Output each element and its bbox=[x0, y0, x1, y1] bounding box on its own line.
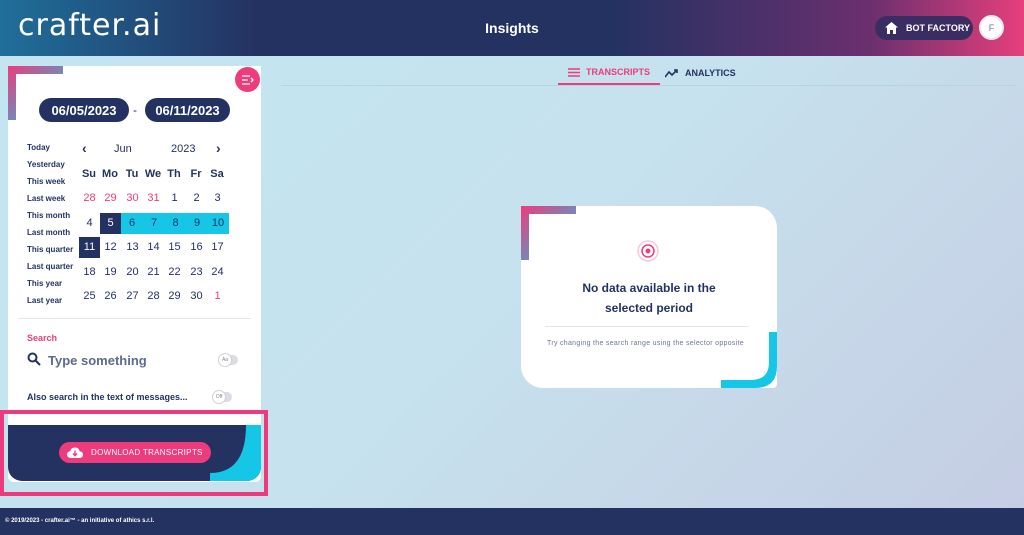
calendar-day[interactable]: 1 bbox=[207, 286, 228, 307]
menu-collapse-icon bbox=[241, 74, 254, 85]
page-title: Insights bbox=[485, 20, 539, 36]
calendar-day-in-range[interactable]: 9 bbox=[186, 213, 208, 234]
date-from-field[interactable]: 06/05/2023 bbox=[39, 98, 129, 122]
calendar-day-in-range[interactable]: 8 bbox=[164, 213, 187, 234]
calendar-day[interactable]: 24 bbox=[207, 262, 228, 283]
weekday-header: Tu bbox=[125, 168, 139, 180]
toggle-knob: Aa bbox=[218, 353, 232, 367]
calendar-day[interactable]: 22 bbox=[164, 262, 185, 283]
calendar-day[interactable]: 14 bbox=[143, 237, 164, 258]
quick-range-last-month[interactable]: Last month bbox=[27, 228, 70, 237]
calendar-month[interactable]: Jun bbox=[114, 143, 132, 155]
calendar-day[interactable]: 12 bbox=[100, 237, 121, 258]
calendar-day-in-range[interactable]: 7 bbox=[143, 213, 165, 234]
empty-state-title-line: selected period bbox=[604, 301, 694, 315]
quick-range-last-quarter[interactable]: Last quarter bbox=[27, 262, 73, 271]
calendar-day-in-range[interactable]: 6 bbox=[121, 213, 143, 234]
quick-range-today[interactable]: Today bbox=[27, 143, 50, 152]
tab-analytics-label: ANALYTICS bbox=[685, 68, 736, 78]
calendar-day[interactable]: 4 bbox=[79, 213, 100, 234]
bot-factory-label: BOT FACTORY bbox=[906, 23, 971, 33]
calendar-year[interactable]: 2023 bbox=[171, 143, 195, 155]
calendar-day[interactable]: 18 bbox=[79, 262, 100, 283]
calendar-day[interactable]: 13 bbox=[122, 237, 143, 258]
calendar-day[interactable]: 19 bbox=[100, 262, 121, 283]
quick-range-this-year[interactable]: This year bbox=[27, 279, 62, 288]
calendar-day[interactable]: 29 bbox=[164, 286, 185, 307]
calendar-day[interactable]: 1 bbox=[164, 188, 185, 209]
quick-range-this-week[interactable]: This week bbox=[27, 177, 65, 186]
tab-transcripts-label: TRANSCRIPTS bbox=[586, 67, 651, 77]
cloud-download-icon bbox=[67, 447, 83, 458]
weekday-header: Fr bbox=[190, 168, 202, 180]
calendar-day[interactable]: 31 bbox=[143, 188, 164, 209]
also-search-messages-toggle[interactable]: Off bbox=[212, 390, 232, 404]
weekday-header: Sa bbox=[210, 168, 224, 180]
search-label: Search bbox=[27, 333, 58, 343]
quick-range-last-year[interactable]: Last year bbox=[27, 296, 62, 305]
empty-state-title-line: No data available in the bbox=[582, 281, 716, 295]
calendar-day[interactable]: 25 bbox=[79, 286, 100, 307]
divider bbox=[18, 318, 251, 319]
prev-month-button[interactable]: ‹ bbox=[82, 140, 87, 156]
download-transcripts-button[interactable]: DOWNLOAD TRANSCRIPTS bbox=[59, 442, 211, 463]
calendar-day[interactable]: 16 bbox=[186, 237, 207, 258]
user-avatar[interactable]: F bbox=[979, 15, 1004, 40]
calendar-day[interactable]: 27 bbox=[122, 286, 143, 307]
footer-copyright: © 2019/2023 - crafter.ai™ - an initiativ… bbox=[5, 518, 155, 524]
weekday-header: We bbox=[144, 168, 162, 180]
quick-range-yesterday[interactable]: Yesterday bbox=[27, 160, 65, 169]
weekday-header: Su bbox=[81, 168, 97, 180]
calendar-day[interactable]: 21 bbox=[143, 262, 164, 283]
calendar-day[interactable]: 30 bbox=[122, 188, 143, 209]
collapse-menu-button[interactable] bbox=[235, 67, 260, 92]
calendar-day[interactable]: 2 bbox=[186, 188, 207, 209]
case-sensitive-toggle[interactable]: Aa bbox=[218, 353, 238, 367]
bot-factory-button[interactable]: BOT FACTORY bbox=[875, 16, 973, 40]
tabs-divider bbox=[281, 85, 1015, 86]
search-input[interactable] bbox=[48, 350, 208, 370]
calendar-day[interactable]: 29 bbox=[100, 188, 121, 209]
calendar-day[interactable]: 26 bbox=[100, 286, 121, 307]
tab-transcripts[interactable]: TRANSCRIPTS bbox=[558, 61, 661, 85]
quick-range-last-week[interactable]: Last week bbox=[27, 194, 65, 203]
toggle-knob: Off bbox=[212, 390, 226, 404]
top-header: crafter.ai Insights BOT FACTORY F bbox=[0, 0, 1024, 56]
weekday-header: Th bbox=[167, 168, 181, 180]
download-transcripts-label: DOWNLOAD TRANSCRIPTS bbox=[91, 448, 203, 457]
calendar-day[interactable]: 20 bbox=[122, 262, 143, 283]
footer: © 2019/2023 - crafter.ai™ - an initiativ… bbox=[0, 508, 1024, 535]
empty-state-title: No data available in the selected period bbox=[545, 278, 753, 318]
calendar-day[interactable]: 30 bbox=[186, 286, 207, 307]
quick-range-this-month[interactable]: This month bbox=[27, 211, 70, 220]
calendar-day[interactable]: 28 bbox=[143, 286, 164, 307]
empty-state-hint: Try changing the search range using the … bbox=[547, 340, 745, 347]
list-icon bbox=[568, 67, 580, 77]
calendar-day-in-range[interactable]: 10 bbox=[207, 213, 229, 234]
corner-decoration bbox=[521, 206, 576, 260]
next-month-button[interactable]: › bbox=[216, 140, 221, 156]
tab-analytics[interactable]: ANALYTICS bbox=[665, 61, 736, 85]
trend-icon bbox=[665, 68, 678, 77]
search-icon bbox=[27, 352, 41, 366]
date-separator: - bbox=[133, 103, 137, 117]
calendar-day-range-start[interactable]: 5 bbox=[100, 213, 121, 234]
also-search-messages-label: Also search in the text of messages... bbox=[27, 392, 188, 402]
date-to-field[interactable]: 06/11/2023 bbox=[145, 98, 230, 122]
home-icon bbox=[885, 22, 898, 34]
calendar-day[interactable]: 28 bbox=[79, 188, 100, 209]
calendar-day-range-end[interactable]: 11 bbox=[79, 237, 100, 258]
weekday-header: Mo bbox=[102, 168, 118, 180]
target-icon bbox=[637, 240, 659, 262]
calendar-day[interactable]: 3 bbox=[207, 188, 228, 209]
card-divider bbox=[545, 326, 749, 327]
calendar-day[interactable]: 15 bbox=[164, 237, 185, 258]
quick-range-this-quarter[interactable]: This quarter bbox=[27, 245, 73, 254]
calendar-day[interactable]: 23 bbox=[186, 262, 207, 283]
calendar-day[interactable]: 17 bbox=[207, 237, 228, 258]
